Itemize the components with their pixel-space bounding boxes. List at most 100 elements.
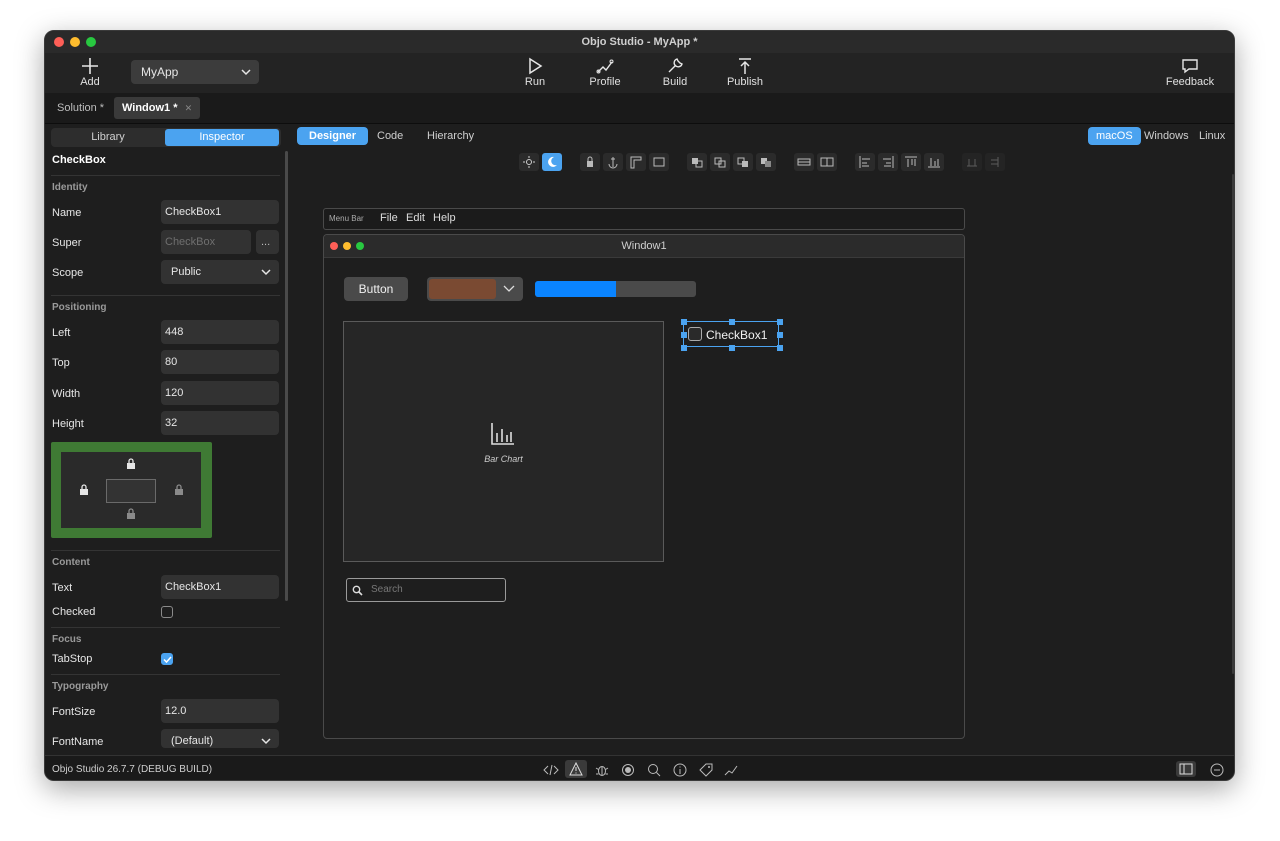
platform-linux[interactable]: Linux <box>1191 127 1233 145</box>
platform-windows[interactable]: Windows <box>1136 127 1197 145</box>
resize-handle[interactable] <box>681 319 687 325</box>
feedback-button[interactable]: Feedback <box>1160 55 1220 91</box>
resize-handle[interactable] <box>729 319 735 325</box>
width-field-value: 120 <box>165 387 184 399</box>
design-window[interactable]: Window1 Button Bar Chart CheckBox1 Searc… <box>323 234 965 739</box>
fontname-select[interactable]: (Default) <box>161 729 279 748</box>
designer-tab-label: Designer <box>309 130 357 142</box>
height-field[interactable]: 32 <box>161 411 279 435</box>
tab-window1[interactable]: Window1 * ✕ <box>114 97 201 119</box>
close-window-button[interactable] <box>54 37 64 47</box>
resize-handle[interactable] <box>681 345 687 351</box>
menu-file[interactable]: File <box>380 212 398 224</box>
top-field[interactable]: 80 <box>161 350 279 374</box>
anchor-lock-panel <box>51 442 212 538</box>
profile-button[interactable]: Profile <box>575 55 635 91</box>
record-icon[interactable] <box>620 762 636 778</box>
align-left-icon[interactable] <box>855 153 875 171</box>
design-bar-chart[interactable]: Bar Chart <box>343 321 664 562</box>
publish-button[interactable]: Publish <box>715 55 775 91</box>
inspector-tab[interactable]: Inspector <box>165 129 279 146</box>
lock-left-icon[interactable] <box>79 484 89 495</box>
scope-select[interactable]: Public <box>161 260 279 284</box>
distribute-horizontal-icon[interactable] <box>962 153 982 171</box>
resize-handle[interactable] <box>777 345 783 351</box>
resize-frame-icon[interactable] <box>649 153 669 171</box>
menu-bar-preview[interactable]: Menu Bar File Edit Help <box>323 208 965 230</box>
design-checkbox-label: CheckBox1 <box>706 328 768 342</box>
resize-handle[interactable] <box>681 332 687 338</box>
menu-edit[interactable]: Edit <box>406 212 425 224</box>
menu-help[interactable]: Help <box>433 212 456 224</box>
tab-hierarchy[interactable]: Hierarchy <box>415 127 486 145</box>
bug-icon[interactable] <box>594 762 610 778</box>
tabstop-checkbox[interactable] <box>161 653 173 665</box>
dark-mode-icon[interactable] <box>542 153 562 171</box>
lock-right-icon[interactable] <box>174 484 184 495</box>
tab-code[interactable]: Code <box>365 127 415 145</box>
distribute-vertical-icon[interactable] <box>985 153 1005 171</box>
center-horizontal-icon[interactable] <box>794 153 814 171</box>
ruler-icon[interactable] <box>626 153 646 171</box>
align-top-icon[interactable] <box>901 153 921 171</box>
design-button[interactable]: Button <box>344 277 408 301</box>
toggle-sidebar-button[interactable] <box>1176 761 1196 777</box>
hierarchy-tab-label: Hierarchy <box>427 130 475 142</box>
center-vertical-icon[interactable] <box>817 153 837 171</box>
chat-icon[interactable] <box>1209 762 1225 778</box>
divider <box>51 295 280 296</box>
anchor-icon[interactable] <box>603 153 623 171</box>
inspector-scrollbar[interactable] <box>285 151 288 601</box>
warnings-button[interactable] <box>565 760 587 778</box>
zoom-window-button[interactable] <box>86 37 96 47</box>
content-heading: Content <box>52 557 90 568</box>
align-right-icon[interactable] <box>878 153 898 171</box>
run-button[interactable]: Run <box>505 55 565 91</box>
height-field-value: 32 <box>165 417 178 429</box>
resize-handle[interactable] <box>777 319 783 325</box>
lock-control-icon[interactable] <box>580 153 600 171</box>
macos-label: macOS <box>1096 130 1133 142</box>
library-tab[interactable]: Library <box>53 129 163 146</box>
tag-icon[interactable] <box>698 762 714 778</box>
feedback-label: Feedback <box>1165 76 1215 88</box>
bring-forward-icon[interactable] <box>710 153 730 171</box>
text-field[interactable]: CheckBox1 <box>161 575 279 599</box>
build-button[interactable]: Build <box>645 55 705 91</box>
search-icon[interactable] <box>646 762 662 778</box>
send-backward-icon[interactable] <box>733 153 753 171</box>
lock-top-icon[interactable] <box>126 458 136 469</box>
project-select[interactable]: MyApp <box>131 60 259 84</box>
resize-handle[interactable] <box>729 345 735 351</box>
profile-graph-icon[interactable] <box>723 762 739 778</box>
profile-label: Profile <box>589 76 621 88</box>
windows-label: Windows <box>1144 130 1189 142</box>
fontsize-field[interactable]: 12.0 <box>161 699 279 723</box>
platform-macos[interactable]: macOS <box>1088 127 1141 145</box>
width-field[interactable]: 120 <box>161 381 279 405</box>
designer-scrollbar[interactable] <box>1232 174 1234 674</box>
align-bottom-icon[interactable] <box>924 153 944 171</box>
tab-solution[interactable]: Solution * <box>49 97 112 119</box>
checked-checkbox[interactable] <box>161 606 173 618</box>
tab-designer[interactable]: Designer <box>297 127 369 145</box>
send-back-icon[interactable] <box>756 153 776 171</box>
tab-close-icon[interactable]: ✕ <box>185 103 193 113</box>
light-mode-icon[interactable] <box>519 153 539 171</box>
info-icon[interactable] <box>672 762 688 778</box>
selected-checkbox-control[interactable]: CheckBox1 <box>681 319 783 351</box>
resize-handle[interactable] <box>777 332 783 338</box>
build-label: Build <box>662 76 688 88</box>
super-field[interactable]: CheckBox <box>161 230 251 254</box>
add-button[interactable]: Add <box>60 55 120 91</box>
bring-front-icon[interactable] <box>687 153 707 171</box>
design-color-popup[interactable] <box>427 277 523 301</box>
left-field[interactable]: 448 <box>161 320 279 344</box>
name-field[interactable]: CheckBox1 <box>161 200 279 224</box>
super-browse-button[interactable]: ... <box>256 230 279 254</box>
scope-select-value: Public <box>171 266 201 278</box>
minimize-window-button[interactable] <box>70 37 80 47</box>
design-search-field[interactable]: Search <box>346 578 506 602</box>
lock-bottom-icon[interactable] <box>126 508 136 519</box>
code-icon[interactable] <box>543 762 559 778</box>
